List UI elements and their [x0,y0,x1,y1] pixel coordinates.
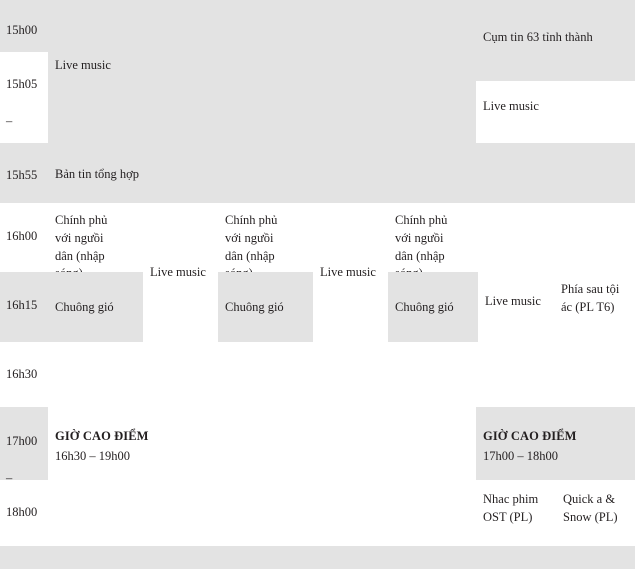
program-title: Live music [55,58,111,72]
time-dash: – [6,114,13,129]
program-title: Quick a & Snow (PL) [563,492,618,524]
row-band-1630 [0,342,635,407]
time-slot-1630: 16h30 – 17h00 [0,342,48,407]
program-chuong-gio-1[interactable]: Chuông gió [48,272,143,342]
program-title: Chuông gió [55,299,114,314]
program-ban-tin-tong-hop[interactable]: Bản tin tổng hợp [48,161,248,185]
program-chuong-gio-3[interactable]: Chuông gió [388,272,478,342]
time-start: 18h00 [6,504,38,519]
program-live-music-fill-2[interactable]: Live music [313,259,388,283]
program-live-music-fill-1[interactable]: Live music [143,259,218,283]
time-start: 15h00 [6,22,38,37]
program-title: Nhac phim OST (PL) [483,492,539,524]
program-title: Chính phủ với ngưồi dân (nhập sóng) [225,213,278,272]
time-dash: – [6,333,48,342]
program-title: Bản tin tổng hợp [55,167,140,181]
time-start: 16h00 [6,228,38,243]
time-start: 17h00 [6,433,38,448]
time-slot-1500: 15h00 – 15h05 [0,0,48,52]
time-slot-1505: 15h05 – 15h55 [0,52,48,143]
time-slot-1615: 16h15 – 16h30 [0,272,48,342]
program-chinh-phu-2[interactable]: Chính phủ với ngưồi dân (nhập sóng) [218,207,300,272]
time-slot-1800: 18h00 – 19h00 [0,480,48,546]
time-start: 16h15 [6,297,38,312]
program-title: Phía sau tội ác (PL T6) [561,282,620,314]
program-phia-sau-toi-ac[interactable]: Phía sau tội ác (PL T6) [554,276,635,342]
program-title: GIỜ CAO ĐIỂM [55,429,149,443]
program-nhac-phim-ost[interactable]: Nhac phim OST (PL) [476,486,552,532]
program-title: Live music [150,265,206,279]
row-band-1900 [0,546,635,569]
program-chinh-phu-1[interactable]: Chính phủ với ngưồi dân (nhập sóng) [48,207,130,272]
time-start: 15h55 [6,167,38,182]
program-title: Cụm tin 63 tỉnh thành [483,30,593,44]
time-start: 16h30 [6,366,38,381]
program-gio-cao-diem-left[interactable]: GIỜ CAO ĐIỂM 16h30 – 19h00 [48,423,268,471]
broadcast-schedule-grid: 15h00 – 15h05 15h05 – 15h55 15h55 – 16h0… [0,0,635,569]
time-slot-1900: 19h00 [0,546,48,569]
program-title: Live music [483,99,539,113]
program-live-music-main[interactable]: Live music [48,52,158,82]
program-chinh-phu-3[interactable]: Chính phủ với ngưồi dân (nhập sóng) [388,207,470,272]
program-title: Live music [320,265,376,279]
time-dash: – [6,264,48,272]
program-live-music-right[interactable]: Live music [476,93,635,117]
program-cum-tin-63[interactable]: Cụm tin 63 tỉnh thành [476,24,635,48]
time-slot-1700: 17h00 – 18h00 [0,407,48,480]
time-slot-1555: 15h55 – 16h00 [0,143,48,203]
program-title: Chính phủ với ngưồi dân (nhập sóng) [55,213,108,272]
program-title: Chuông gió [225,299,284,314]
program-chuong-gio-2[interactable]: Chuông gió [218,272,313,342]
time-slot-1600: 16h00 – 16h15 [0,203,48,272]
program-time-range: 17h00 – 18h00 [483,448,558,463]
program-quick-a-snow[interactable]: Quick a & Snow (PL) [556,486,635,532]
program-title: Live music [485,294,541,308]
time-start: 15h05 [6,76,38,91]
program-live-music-fill-3[interactable]: Live music [478,288,553,312]
program-title: Chính phủ với ngưồi dân (nhập sóng) [395,213,448,272]
time-dash: – [6,471,13,480]
program-time-range: 16h30 – 19h00 [55,448,130,463]
program-gio-cao-diem-right[interactable]: GIỜ CAO ĐIỂM 17h00 – 18h00 [476,423,635,471]
program-title: GIỜ CAO ĐIỂM [483,429,577,443]
program-title: Chuông gió [395,299,454,314]
